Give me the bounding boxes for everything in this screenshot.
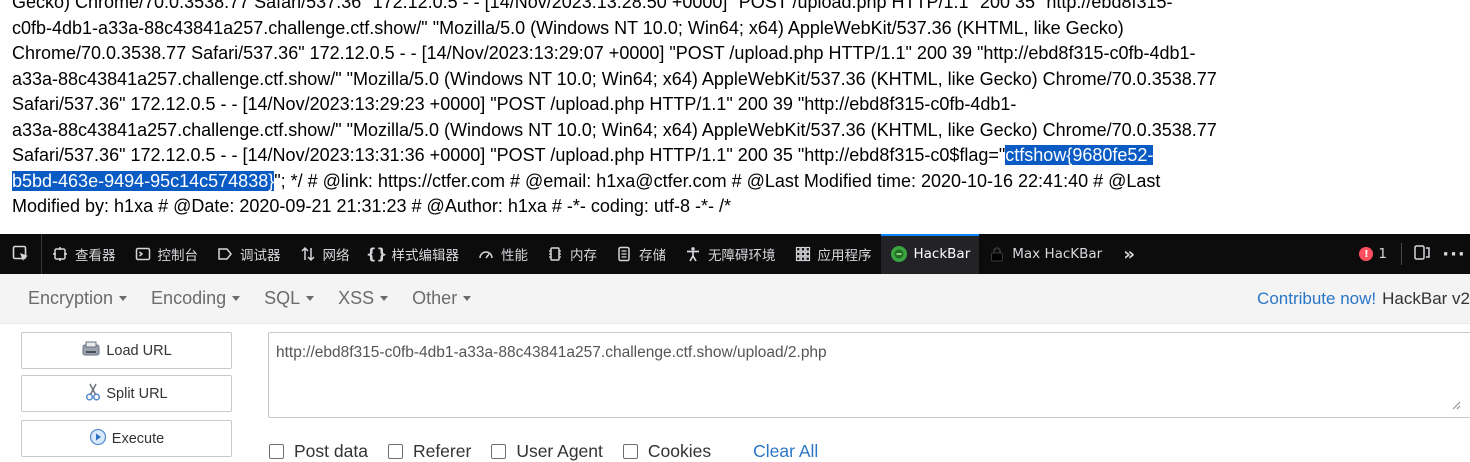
caret-down-icon: [232, 296, 241, 301]
caret-down-icon: [306, 296, 315, 301]
tab-inspector[interactable]: 查看器: [42, 234, 125, 274]
tab-hackbar[interactable]: HackBar: [880, 234, 980, 274]
devtools-toolbar: 查看器 控制台 调试器 网络 {} 样式编辑器 性能 内存 存储 无障碍环境 应…: [0, 234, 1470, 274]
tab-performance[interactable]: 性能: [468, 234, 537, 274]
performance-icon: [477, 245, 495, 263]
storage-icon: [615, 245, 633, 263]
error-count-badge[interactable]: ! 1: [1349, 234, 1397, 274]
caret-down-icon: [380, 296, 389, 301]
load-url-button[interactable]: Load URL: [21, 332, 232, 369]
menu-other[interactable]: Other: [412, 288, 472, 309]
error-icon: !: [1359, 247, 1374, 261]
menu-sql[interactable]: SQL: [264, 288, 315, 309]
selected-flag-text: b5bd-463e-9494-95c14c574838}: [12, 170, 275, 191]
cookies-checkbox[interactable]: [622, 444, 638, 459]
option-cookies[interactable]: Cookies: [622, 441, 711, 462]
execute-button[interactable]: Execute: [21, 420, 232, 457]
chevron-double-right-icon: »: [1123, 243, 1136, 265]
more-options-icon: ···: [1442, 243, 1466, 265]
scissors-icon: [85, 383, 101, 405]
toolbar-divider: [1401, 243, 1402, 265]
responsive-design-button[interactable]: [1406, 234, 1438, 274]
lock-icon: [988, 245, 1006, 263]
debugger-icon: [216, 245, 234, 263]
tab-network[interactable]: 网络: [290, 234, 359, 274]
clear-all-link[interactable]: Clear All: [753, 441, 818, 462]
more-tabs-button[interactable]: »: [1111, 234, 1147, 274]
tab-accessibility[interactable]: 无障碍环境: [675, 234, 785, 274]
split-url-button[interactable]: Split URL: [21, 375, 232, 412]
tab-debugger[interactable]: 调试器: [207, 234, 290, 274]
caret-down-icon: [463, 296, 472, 301]
option-user-agent[interactable]: User Agent: [491, 441, 603, 462]
hackbar-menu: Encryption Encoding SQL XSS Other Contri…: [0, 274, 1470, 324]
menu-encoding[interactable]: Encoding: [151, 288, 241, 309]
network-icon: [299, 245, 317, 263]
request-options: Post data Referer User Agent Cookies Cle…: [269, 441, 818, 462]
selected-flag-text: ctfshow{9680fe52-: [1005, 145, 1154, 165]
tab-style-editor[interactable]: {} 样式编辑器: [359, 234, 469, 274]
tab-storage[interactable]: 存储: [606, 234, 675, 274]
tab-application[interactable]: 应用程序: [785, 234, 881, 274]
referer-checkbox[interactable]: [387, 444, 403, 459]
tab-memory[interactable]: 内存: [537, 234, 606, 274]
log-output: Gecko) Chrome/70.0.3538.77 Safari/537.36…: [12, 0, 1462, 234]
menu-xss[interactable]: XSS: [338, 288, 389, 309]
memory-icon: [546, 245, 564, 263]
post-data-checkbox[interactable]: [269, 444, 284, 459]
inspector-icon: [51, 245, 69, 263]
tab-max-hackbar[interactable]: Max HacKBar: [979, 234, 1111, 274]
console-icon: [134, 245, 152, 263]
resize-grip-icon[interactable]: [1449, 397, 1461, 415]
responsive-design-icon: [1413, 243, 1431, 265]
log-line: Safari/537.36" 172.12.0.5 - - [14/Nov/20…: [12, 94, 1017, 114]
log-line: Modified by: h1xa # @Date: 2020-09-21 21…: [12, 196, 731, 216]
log-line: Gecko) Chrome/70.0.3538.77 Safari/537.36…: [12, 0, 1173, 12]
accessibility-icon: [684, 245, 702, 263]
style-editor-icon: {}: [365, 245, 388, 263]
version-label: HackBar v2: [1382, 289, 1470, 308]
option-referer[interactable]: Referer: [387, 441, 471, 462]
log-line: a33a-88c43841a257.challenge.ctf.show/" "…: [12, 68, 1217, 89]
contribute-link[interactable]: Contribute now!: [1257, 289, 1376, 309]
load-url-icon: [81, 341, 101, 361]
application-icon: [794, 245, 812, 263]
more-options-button[interactable]: ···: [1438, 234, 1470, 274]
hackbar-icon: [890, 245, 908, 263]
log-line: Safari/537.36" 172.12.0.5 - - [14/Nov/20…: [12, 145, 1154, 165]
log-line: b5bd-463e-9494-95c14c574838}"; */ # @lin…: [12, 170, 1161, 191]
log-line: a33a-88c43841a257.challenge.ctf.show/" "…: [12, 119, 1217, 140]
tab-console[interactable]: 控制台: [125, 234, 208, 274]
contribute-area: Contribute now! HackBar v2: [1257, 274, 1470, 324]
url-input[interactable]: http://ebd8f315-c0fb-4db1-a33a-88c43841a…: [268, 332, 1470, 418]
log-line: c0fb-4db1-a33a-88c43841a257.challenge.ct…: [12, 17, 1124, 38]
caret-down-icon: [119, 296, 128, 301]
element-picker-button[interactable]: [0, 234, 42, 274]
play-icon: [89, 428, 107, 450]
element-picker-icon: [12, 245, 28, 261]
log-line: Chrome/70.0.3538.77 Safari/537.36" 172.1…: [12, 43, 1196, 63]
hackbar-body: Load URL Split URL Execute http://ebd8f3…: [0, 324, 1470, 462]
user-agent-checkbox[interactable]: [491, 444, 507, 459]
menu-encryption[interactable]: Encryption: [28, 288, 128, 309]
option-post-data[interactable]: Post data: [269, 441, 368, 462]
